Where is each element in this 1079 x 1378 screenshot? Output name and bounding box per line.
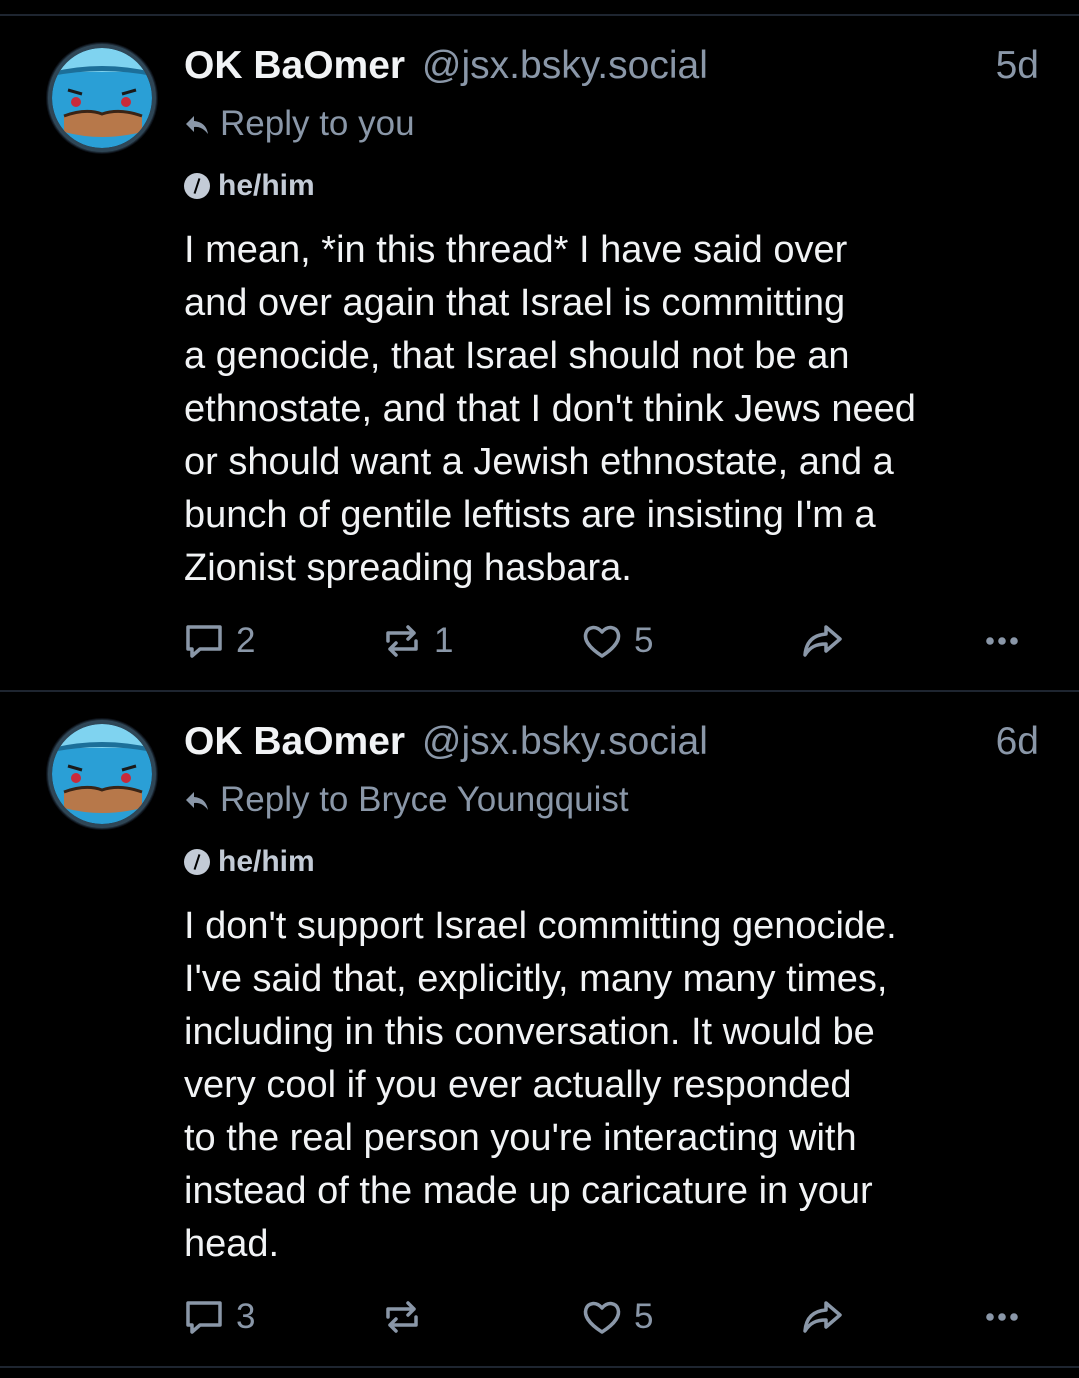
post-actions: 3 5 xyxy=(0,1292,1079,1342)
reply-arrow-icon xyxy=(186,792,208,810)
avatar-image xyxy=(47,43,157,153)
heart-outline-icon xyxy=(583,1301,621,1334)
reply-button[interactable]: 3 xyxy=(182,1292,255,1342)
like-count: 5 xyxy=(634,1297,654,1336)
speech-bubble-icon xyxy=(186,625,222,658)
like-count: 5 xyxy=(634,621,654,660)
post-actions: 2 1 5 xyxy=(0,616,1079,666)
post-text-line: ethnostate, and that I don't think Jews … xyxy=(184,388,916,430)
reply-button[interactable]: 2 xyxy=(182,616,255,666)
reply-indicator-label: Reply to you xyxy=(220,104,415,143)
heart-outline-icon xyxy=(583,625,621,658)
pronoun-label: he/him xyxy=(184,168,315,204)
post-text-line: and over again that Israel is committing xyxy=(184,282,846,324)
post-text-line: instead of the made up caricature in you… xyxy=(184,1170,873,1212)
post-text-line: or should want a Jewish ethnostate, and … xyxy=(184,441,894,483)
reply-count: 3 xyxy=(236,1297,256,1336)
author-handle[interactable]: @jsx.bsky.social xyxy=(422,720,708,763)
share-button[interactable] xyxy=(800,616,844,666)
reply-indicator[interactable]: Reply to you xyxy=(184,102,415,146)
post[interactable]: OK BaOmer @jsx.bsky.social 6d Reply to B… xyxy=(0,692,1079,1366)
post-text-line: to the real person you're interacting wi… xyxy=(184,1117,857,1159)
post-text: I mean, *in this thread* I have said ove… xyxy=(184,224,1044,595)
author-name[interactable]: OK BaOmer xyxy=(184,720,405,763)
post-timestamp[interactable]: 5d xyxy=(996,40,1039,92)
post-timestamp[interactable]: 6d xyxy=(996,716,1039,768)
avatar[interactable] xyxy=(46,42,158,154)
pronoun-badge-icon xyxy=(184,173,210,199)
post-text-line: very cool if you ever actually responded xyxy=(184,1064,852,1106)
post-text-line: a genocide, that Israel should not be an xyxy=(184,335,850,377)
post-text-line: head. xyxy=(184,1223,280,1265)
author-line: OK BaOmer @jsx.bsky.social xyxy=(184,716,708,768)
more-options-button[interactable] xyxy=(980,616,1024,666)
post[interactable]: OK BaOmer @jsx.bsky.social 5d Reply to y… xyxy=(0,16,1079,690)
share-arrow-icon xyxy=(803,625,842,657)
repost-count: 1 xyxy=(434,621,454,660)
post-text-line: I don't support Israel committing genoci… xyxy=(184,905,897,947)
repost-arrows-icon xyxy=(386,625,418,657)
repost-arrows-icon xyxy=(386,1301,418,1333)
like-button[interactable]: 5 xyxy=(580,1292,653,1342)
more-options-button[interactable] xyxy=(980,1292,1024,1342)
post-text-line: including in this conversation. It would… xyxy=(184,1011,875,1053)
pronoun-text: he/him xyxy=(218,169,315,202)
reply-indicator-label: Reply to Bryce Youngquist xyxy=(220,780,629,819)
repost-button[interactable] xyxy=(380,1292,434,1342)
post-text-line: bunch of gentile leftists are insisting … xyxy=(184,494,876,536)
post-divider xyxy=(0,1366,1079,1368)
share-button[interactable] xyxy=(800,1292,844,1342)
pronoun-badge-icon xyxy=(184,849,210,875)
author-name[interactable]: OK BaOmer xyxy=(184,44,405,87)
post-text-line: Zionist spreading hasbara. xyxy=(184,547,632,589)
like-button[interactable]: 5 xyxy=(580,616,653,666)
share-arrow-icon xyxy=(803,1301,842,1333)
pronoun-label: he/him xyxy=(184,844,315,880)
reply-arrow-icon xyxy=(186,116,208,134)
author-line: OK BaOmer @jsx.bsky.social xyxy=(184,40,708,92)
ellipsis-icon xyxy=(986,637,1018,645)
avatar-image xyxy=(47,719,157,829)
repost-button[interactable]: 1 xyxy=(380,616,453,666)
ellipsis-icon xyxy=(986,1313,1018,1321)
post-text: I don't support Israel committing genoci… xyxy=(184,900,1044,1271)
avatar[interactable] xyxy=(46,718,158,830)
speech-bubble-icon xyxy=(186,1301,222,1334)
reply-count: 2 xyxy=(236,621,256,660)
post-text-line: I mean, *in this thread* I have said ove… xyxy=(184,229,848,271)
author-handle[interactable]: @jsx.bsky.social xyxy=(422,44,708,87)
post-text-line: I've said that, explicitly, many many ti… xyxy=(184,958,888,1000)
reply-indicator[interactable]: Reply to Bryce Youngquist xyxy=(184,778,629,822)
pronoun-text: he/him xyxy=(218,845,315,878)
